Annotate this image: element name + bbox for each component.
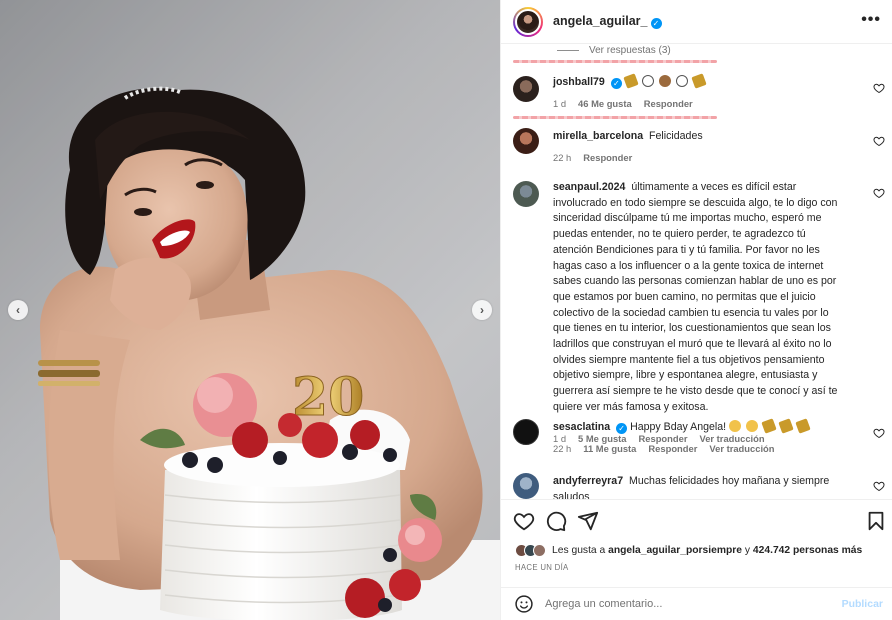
share-send-icon[interactable] — [577, 510, 599, 532]
reply-button[interactable]: Responder — [648, 443, 697, 454]
translate-button[interactable]: Ver traducción — [709, 443, 774, 454]
verified-badge-icon: ✓ — [650, 18, 662, 29]
next-photo-button[interactable]: › — [472, 300, 492, 320]
more-options-button[interactable]: ••• — [861, 11, 881, 29]
comment-time: 1 d — [553, 98, 567, 109]
post-actions: Les gusta a angela_aguilar_porsiempre y … — [501, 499, 892, 587]
commenter-username[interactable]: sesaclatina — [553, 421, 610, 433]
comment-input[interactable] — [545, 594, 835, 614]
comment-text: Felicidades — [649, 130, 703, 142]
emoji-smiley-icon[interactable] — [514, 594, 534, 614]
commenter-username[interactable]: mirella_barcelona — [553, 130, 643, 142]
white-heart-icon — [675, 75, 688, 87]
like-heart-icon[interactable] — [513, 510, 535, 532]
cake-icon — [658, 75, 671, 87]
comment-meta: 22 h Responder — [553, 152, 644, 163]
replies-line-divider — [557, 50, 579, 51]
comment-text: Happy Bday Angela! — [630, 421, 727, 433]
like-heart-icon[interactable] — [873, 480, 885, 492]
comment-likes-count[interactable]: 46 Me gusta — [578, 98, 632, 109]
liker-username[interactable]: angela_aguilar_porsiempre — [608, 545, 742, 556]
birthday-portrait-image: 20 — [0, 0, 500, 620]
comment-bubble-icon[interactable] — [545, 510, 567, 532]
reply-button[interactable]: Responder — [583, 152, 632, 163]
verified-badge-icon: ✓ — [616, 423, 628, 434]
comment-text-block: sesaclatina ✓ Happy Bday Angela! — [553, 418, 843, 436]
clapping-hands-icon — [729, 420, 742, 432]
like-heart-icon[interactable] — [873, 135, 885, 147]
comment-text: últimamente a veces es difícil estar inv… — [553, 181, 838, 413]
party-hat-icon — [778, 418, 794, 434]
highlight-underline — [513, 60, 717, 63]
likes-others-count[interactable]: 424.742 personas más — [753, 545, 862, 556]
likes-prefix: Les gusta a — [552, 545, 609, 556]
reply-button[interactable]: Responder — [644, 98, 693, 109]
post-photo[interactable]: 20 ‹ › — [0, 0, 500, 620]
like-heart-icon[interactable] — [873, 82, 885, 94]
comment-time: 22 h — [553, 152, 572, 163]
add-comment-bar: Publicar — [501, 587, 892, 620]
comment-likes-count[interactable]: 11 Me gusta — [583, 443, 636, 454]
save-bookmark-icon[interactable] — [865, 510, 887, 532]
commenter-username[interactable]: joshball79 — [553, 76, 605, 88]
comment-text-block: mirella_barcelona Felicidades — [553, 129, 843, 145]
liker-avatar — [533, 544, 546, 557]
publish-button[interactable]: Publicar — [842, 598, 883, 610]
commenter-avatar[interactable] — [513, 128, 539, 154]
candle-number: 20 — [292, 367, 364, 428]
commenter-avatar[interactable] — [513, 473, 539, 499]
post-side-panel: angela_aguilar_ ✓ ••• Ver respuestas (3) … — [500, 0, 892, 620]
view-replies-label: Ver respuestas (3) — [589, 45, 671, 56]
clapping-hands-icon — [746, 420, 759, 432]
like-heart-icon[interactable] — [873, 187, 885, 199]
comment-text-block: joshball79 ✓ — [553, 73, 843, 91]
like-heart-icon[interactable] — [873, 427, 885, 439]
author-username[interactable]: angela_aguilar_ — [553, 14, 648, 28]
posted-time[interactable]: HACE UN DÍA — [515, 563, 569, 572]
commenter-avatar[interactable] — [513, 419, 539, 445]
commenter-avatar[interactable] — [513, 76, 539, 102]
post-header: angela_aguilar_ ✓ ••• — [501, 0, 892, 44]
comment-meta: 22 h 11 Me gusta Responder Ver traducción — [553, 443, 787, 454]
party-hat-icon — [623, 73, 639, 89]
commenter-username[interactable]: andyferreyra7 — [553, 475, 623, 487]
party-hat-icon — [761, 418, 777, 434]
view-replies-button[interactable]: Ver respuestas (3) — [557, 45, 671, 56]
comment-time: 22 h — [553, 443, 572, 454]
likes-summary-text: Les gusta a angela_aguilar_porsiempre y … — [552, 545, 862, 556]
previous-photo-button[interactable]: ‹ — [8, 300, 28, 320]
author-avatar[interactable] — [513, 7, 543, 37]
highlight-underline — [513, 116, 717, 119]
comments-list[interactable]: Ver respuestas (3) joshball79 ✓ 1 d 46 Me … — [501, 44, 892, 499]
verified-badge-icon: ✓ — [610, 78, 622, 89]
likes-middle: y — [742, 545, 753, 556]
likes-summary: Les gusta a angela_aguilar_porsiempre y … — [515, 544, 862, 557]
party-hat-icon — [795, 418, 811, 434]
white-heart-icon — [641, 75, 654, 87]
comment-meta: 1 d 46 Me gusta Responder — [553, 98, 705, 109]
author-username-row[interactable]: angela_aguilar_ ✓ — [553, 14, 662, 29]
comment-text-block: seanpaul.2024 últimamente a veces es dif… — [553, 180, 843, 416]
commenter-username[interactable]: seanpaul.2024 — [553, 181, 625, 193]
comment-text-block: andyferreyra7 Muchas felicidades hoy mañ… — [553, 474, 843, 499]
party-hat-icon — [690, 73, 707, 89]
instagram-post-view: 20 ‹ › angela_aguilar_ ✓ ••• Ver respues… — [0, 0, 892, 620]
commenter-avatar[interactable] — [513, 181, 539, 207]
